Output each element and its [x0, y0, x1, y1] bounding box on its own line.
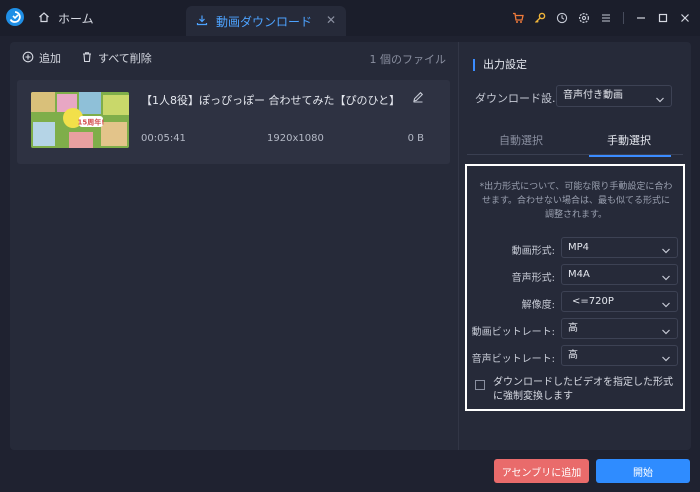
- chevron-down-icon: [661, 270, 671, 289]
- force-convert-checkbox[interactable]: [475, 380, 485, 390]
- chevron-down-icon: [661, 243, 671, 262]
- manual-settings-box: *出力形式について、可能な限り手動設定に合わせます。合わせない場合は、最も似てる…: [465, 164, 685, 411]
- force-convert-option[interactable]: ダウンロードしたビデオを指定した形式に強制変換します: [475, 376, 679, 404]
- download-icon: [196, 14, 208, 29]
- chevron-down-icon: [661, 324, 671, 343]
- thumbnail-image: 15周年!: [31, 92, 129, 148]
- video-format-value: MP4: [568, 242, 590, 253]
- video-format-select[interactable]: MP4: [561, 237, 678, 258]
- window-controls: [509, 0, 694, 36]
- resolution-select[interactable]: <=720P: [561, 291, 678, 312]
- tab-home-label: ホーム: [58, 11, 94, 26]
- tabs-underline: [467, 154, 683, 155]
- add-button[interactable]: 追加: [22, 50, 61, 66]
- file-list-item[interactable]: 15周年! 【1人8役】ぽっぴっぽー 合わせてみた【ぴのひと】 00:05:41…: [17, 80, 450, 164]
- file-title: 【1人8役】ぽっぴっぽー 合わせてみた【ぴのひと】: [141, 94, 401, 107]
- video-bitrate-value: 高: [568, 323, 578, 334]
- maximize-icon[interactable]: [654, 9, 672, 27]
- app-logo-icon: [6, 8, 24, 26]
- controls-separator: [623, 12, 624, 24]
- home-icon: [38, 11, 50, 26]
- download-setting-label: ダウンロード設...: [475, 92, 563, 105]
- video-thumbnail: 15周年!: [31, 92, 129, 148]
- history-icon[interactable]: [553, 9, 571, 27]
- file-size: 0 B: [407, 133, 424, 144]
- trash-icon: [81, 51, 93, 66]
- add-label: 追加: [39, 52, 61, 65]
- edit-icon[interactable]: [412, 91, 424, 106]
- file-count: 1 個のファイル: [369, 53, 447, 66]
- tab-download[interactable]: 動画ダウンロード ✕: [186, 6, 346, 36]
- thumbnail-text: 15周年!: [78, 118, 105, 127]
- output-settings-title: 出力設定: [473, 59, 527, 71]
- delete-all-label: すべて削除: [98, 52, 152, 65]
- download-setting-select[interactable]: 音声付き動画: [556, 85, 672, 107]
- menu-icon[interactable]: [597, 9, 615, 27]
- audio-format-label: 音声形式:: [511, 273, 555, 284]
- key-icon[interactable]: [531, 9, 549, 27]
- start-button[interactable]: 開始: [596, 459, 690, 483]
- force-convert-label: ダウンロードしたビデオを指定した形式に強制変換します: [493, 377, 673, 402]
- video-bitrate-select[interactable]: 高: [561, 318, 678, 339]
- audio-bitrate-label: 音声ビットレート:: [471, 354, 555, 365]
- video-format-label: 動画形式:: [511, 246, 555, 257]
- audio-format-value: M4A: [568, 269, 590, 280]
- chevron-down-icon: [655, 92, 665, 112]
- tab-auto-select[interactable]: 自動選択: [467, 132, 575, 148]
- resolution-label: 解像度:: [521, 300, 555, 311]
- tab-download-label: 動画ダウンロード: [216, 14, 313, 29]
- audio-format-select[interactable]: M4A: [561, 264, 678, 285]
- main-panel: 追加 すべて削除 1 個のファイル 15周年! 【1人8役】ぽっぴっぽー 合わせ…: [10, 42, 691, 450]
- tab-close-icon[interactable]: ✕: [326, 13, 336, 27]
- mode-tabs: 自動選択 手動選択: [467, 132, 683, 157]
- cart-icon[interactable]: [509, 9, 527, 27]
- close-icon[interactable]: [676, 9, 694, 27]
- title-bar: ホーム 動画ダウンロード ✕: [0, 0, 700, 36]
- file-duration: 00:05:41: [141, 133, 186, 144]
- tab-manual-select[interactable]: 手動選択: [575, 132, 683, 157]
- file-toolbar: 追加 すべて削除 1 個のファイル: [10, 42, 458, 74]
- audio-bitrate-value: 高: [568, 350, 578, 361]
- audio-bitrate-select[interactable]: 高: [561, 345, 678, 366]
- chevron-down-icon: [661, 297, 671, 316]
- video-bitrate-label: 動画ビットレート:: [471, 327, 555, 338]
- plus-circle-icon: [22, 51, 34, 66]
- chevron-down-icon: [661, 351, 671, 370]
- file-resolution: 1920x1080: [267, 133, 324, 144]
- delete-all-button[interactable]: すべて削除: [81, 50, 152, 66]
- resolution-value: <=720P: [572, 296, 614, 307]
- minimize-icon[interactable]: [632, 9, 650, 27]
- tab-home[interactable]: ホーム: [30, 0, 180, 36]
- format-note: *出力形式について、可能な限り手動設定に合わせます。合わせない場合は、最も似てる…: [479, 182, 673, 220]
- download-setting-value: 音声付き動画: [563, 90, 623, 101]
- add-to-assembly-button[interactable]: アセンブリに追加: [494, 459, 589, 483]
- settings-icon[interactable]: [575, 9, 593, 27]
